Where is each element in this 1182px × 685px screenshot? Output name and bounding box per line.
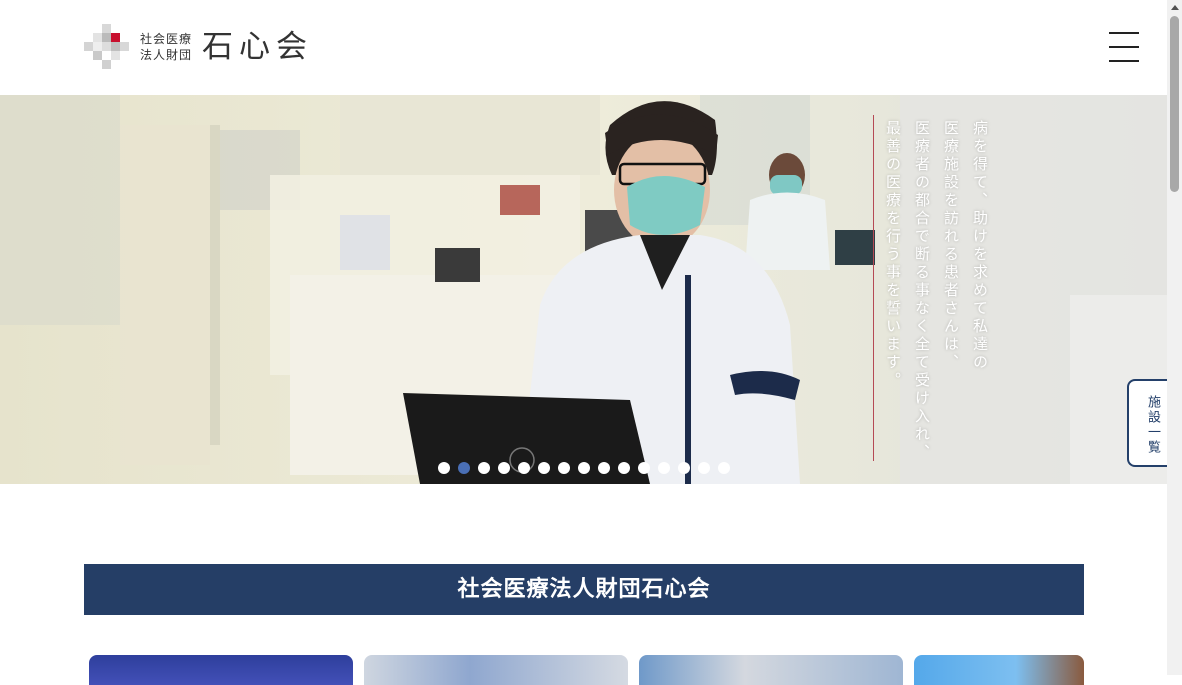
facility-list-tab[interactable]: 施設一覧 — [1127, 379, 1167, 467]
slider-dot[interactable] — [498, 462, 510, 474]
slider-dot[interactable] — [718, 462, 730, 474]
catch-divider-line — [873, 115, 874, 461]
scroll-thumb[interactable] — [1170, 16, 1179, 192]
scroll-up-arrow-icon[interactable] — [1171, 5, 1179, 10]
slider-dot[interactable] — [558, 462, 570, 474]
facility-card[interactable] — [639, 655, 903, 685]
catch-line-3: 医療者の都合で断る事なく全て受け入れ、 — [913, 120, 931, 462]
slider-dot[interactable] — [618, 462, 630, 474]
logo-subtitle: 社会医療 法人財団 — [140, 31, 192, 63]
catch-line-1: 病を得て、助けを求めて私達の — [971, 120, 989, 372]
slider-dot[interactable] — [458, 462, 470, 474]
hero-catchphrase: 病を得て、助けを求めて私達の 医療施設を訪れる患者さんは、 医療者の都合で断る事… — [878, 120, 994, 470]
slider-dot[interactable] — [598, 462, 610, 474]
hamburger-menu-icon[interactable] — [1109, 32, 1139, 64]
slider-dot[interactable] — [678, 462, 690, 474]
hero-slider: 病を得て、助けを求めて私達の 医療施設を訪れる患者さんは、 医療者の都合で断る事… — [0, 95, 1167, 484]
slider-dot[interactable] — [658, 462, 670, 474]
slider-dot[interactable] — [698, 462, 710, 474]
slider-dot[interactable] — [478, 462, 490, 474]
facility-card[interactable] — [89, 655, 353, 685]
site-header: 社会医療 法人財団 石心会 — [0, 0, 1167, 95]
slider-dot[interactable] — [578, 462, 590, 474]
logo-sub-line2: 法人財団 — [140, 48, 193, 62]
logo-name: 石心会 — [202, 29, 314, 65]
section-title: 社会医療法人財団石心会 — [84, 564, 1084, 615]
facility-card[interactable] — [914, 655, 1084, 685]
facility-card[interactable] — [364, 655, 628, 685]
slider-dot[interactable] — [518, 462, 530, 474]
facility-list-label: 施設一覧 — [1145, 395, 1160, 455]
slider-pagination — [438, 462, 738, 474]
logo-sub-line1: 社会医療 — [140, 32, 193, 46]
catch-line-2: 医療施設を訪れる患者さんは、 — [942, 120, 960, 372]
slider-dot[interactable] — [538, 462, 550, 474]
slider-dot[interactable] — [438, 462, 450, 474]
logo-mark-icon — [84, 24, 130, 70]
catch-line-4: 最善の医療を行う事を誓います。 — [884, 120, 902, 390]
page-scrollbar[interactable] — [1167, 0, 1182, 675]
site-logo[interactable]: 社会医療 法人財団 石心会 — [84, 24, 313, 70]
slider-dot[interactable] — [638, 462, 650, 474]
